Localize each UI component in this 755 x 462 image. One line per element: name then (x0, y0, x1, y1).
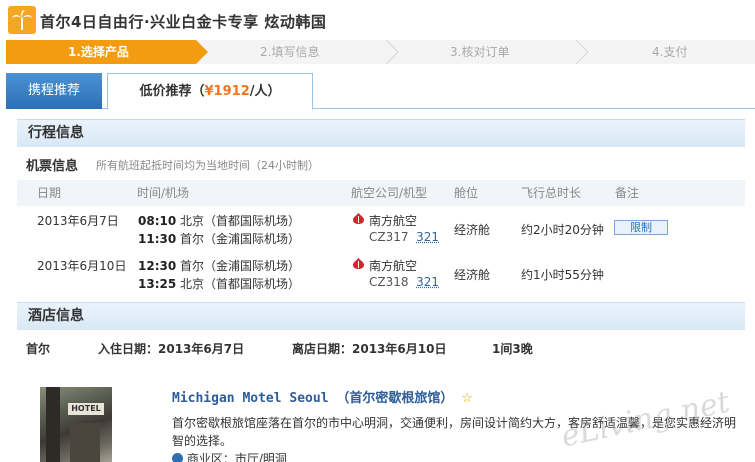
departure-time: 12:30 (138, 259, 176, 273)
china-southern-logo-icon (352, 212, 365, 225)
recommendation-tabs: 携程推荐 低价推荐（¥1912/人） (6, 73, 755, 109)
hotel-district-text: 商业区：市厅/明洞 (187, 452, 287, 462)
step-2-fill-info: 2.填写信息 (260, 40, 319, 64)
page-header: 首尔4日自由行·兴业白金卡专享 炫动韩国 (0, 0, 755, 40)
step-3-check-order: 3.核对订单 (450, 40, 509, 64)
cabin-class: 经济舱 (454, 221, 490, 238)
departure: 08:10 北京（首都国际机场） (138, 212, 300, 229)
page-title: 首尔4日自由行·兴业白金卡专享 炫动韩国 (40, 11, 326, 32)
col-cabin: 舱位 (454, 180, 478, 206)
star-icon: ☆ (461, 391, 473, 406)
hotel-city: 首尔 (26, 340, 50, 357)
col-remark: 备注 (615, 180, 639, 206)
arrival: 13:25 北京（首都国际机场） (138, 275, 300, 292)
flight-number: CZ318 (369, 275, 409, 289)
step-progress-bar: 1.选择产品 2.填写信息 3.核对订单 4.支付 (6, 40, 755, 64)
location-pin-icon (172, 453, 183, 462)
tab-low-price-suffix: /人） (250, 84, 281, 99)
plane-type-link[interactable]: 321 (416, 275, 439, 289)
arrival-airport: 首尔（金浦国际机场） (180, 232, 300, 246)
flight-date: 2013年6月10日 (37, 257, 126, 274)
departure-time: 08:10 (138, 214, 176, 228)
hotel-photo-sign: HOTEL (68, 403, 104, 415)
flight-table-header: 日期 时间/机场 航空公司/机型 舱位 飞行总时长 备注 (17, 180, 745, 206)
departure-airport: 北京（首都国际机场） (180, 214, 300, 228)
tab-ctrip-recommend[interactable]: 携程推荐 (6, 73, 102, 109)
hotel-photo[interactable]: HOTEL (40, 387, 112, 462)
hotel-section-title: 酒店信息 (17, 302, 745, 330)
col-airline-plane: 航空公司/机型 (351, 180, 427, 206)
tab-low-price-amount: ¥1912 (205, 84, 250, 99)
arrival-time: 11:30 (138, 232, 176, 246)
col-duration: 飞行总时长 (521, 180, 581, 206)
checkin-date: 入住日期：2013年6月7日 (98, 340, 244, 357)
cabin-class: 经济舱 (454, 266, 490, 283)
flight-duration: 约1小时55分钟 (521, 266, 604, 283)
tab-low-price-recommend[interactable]: 低价推荐（¥1912/人） (107, 73, 313, 110)
flight-date: 2013年6月7日 (37, 212, 119, 229)
step-1-select-product: 1.选择产品 (68, 40, 129, 64)
hotel-name: Michigan Motel Seoul （首尔密歇根旅馆） (172, 391, 453, 406)
china-southern-logo-icon (352, 257, 365, 270)
col-time-airport: 时间/机场 (137, 180, 189, 206)
palm-tree-logo-icon (8, 6, 36, 34)
hotel-name-link[interactable]: Michigan Motel Seoul （首尔密歇根旅馆） ☆ (172, 387, 473, 406)
airline-name: 南方航空 (369, 257, 417, 274)
flight-number-plane: CZ318 321 (369, 275, 439, 289)
arrival-airport: 北京（首都国际机场） (180, 277, 300, 291)
flight-info-title: 机票信息 (26, 155, 78, 174)
col-date: 日期 (37, 180, 61, 206)
checkout-date: 离店日期：2013年6月10日 (292, 340, 446, 357)
flight-time-note: 所有航班起抵时间均为当地时间（24小时制） (96, 157, 319, 173)
departure: 12:30 首尔（金浦国际机场） (138, 257, 300, 274)
arrival-time: 13:25 (138, 277, 176, 291)
plane-type-link[interactable]: 321 (416, 230, 439, 244)
arrival: 11:30 首尔（金浦国际机场） (138, 230, 300, 247)
itinerary-section-title: 行程信息 (17, 119, 745, 147)
flight-number-plane: CZ317 321 (369, 230, 439, 244)
flight-duration: 约2小时20分钟 (521, 221, 604, 238)
flight-number: CZ317 (369, 230, 409, 244)
restriction-button[interactable]: 限制 (614, 220, 668, 235)
hotel-district: 商业区：市厅/明洞 (172, 450, 287, 462)
departure-airport: 首尔（金浦国际机场） (180, 259, 300, 273)
tab-low-price-prefix: 低价推荐（ (140, 84, 205, 99)
step-4-payment: 4.支付 (652, 40, 687, 64)
airline-name: 南方航空 (369, 212, 417, 229)
room-nights: 1间3晚 (492, 340, 533, 357)
